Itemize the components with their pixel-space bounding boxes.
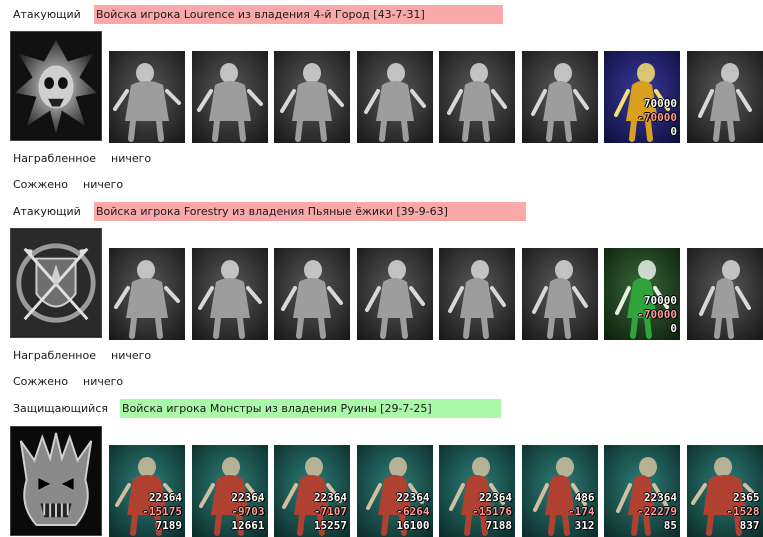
demon-mask-emblem-icon: [11, 427, 101, 535]
unit-card: [109, 248, 185, 340]
unit-card: 70000 -70000 0: [604, 248, 680, 340]
unit-loss: -9703: [231, 505, 265, 518]
dragon-icon: [356, 51, 433, 143]
unit-left: 85: [663, 519, 677, 532]
archer-icon: [439, 248, 515, 340]
dwarf-icon: [109, 248, 185, 340]
unit-loss: -1528: [726, 505, 760, 518]
druid-icon: [521, 248, 598, 340]
unit-left: 837: [739, 519, 760, 532]
unit-count: 22364: [148, 491, 182, 504]
emblem-2: [10, 228, 102, 338]
unit-loss: -70000: [637, 308, 677, 321]
unit-count: 22364: [313, 491, 347, 504]
golem-icon: [439, 51, 515, 143]
unit-left: 15257: [313, 519, 347, 532]
unit-card: [356, 248, 433, 340]
unit-left: 0: [670, 322, 677, 335]
unit-card: [274, 51, 350, 143]
attacker-label-1: Атакующий: [13, 8, 81, 21]
unit-loss: -6264: [396, 505, 430, 518]
emblem-1: [10, 31, 102, 141]
ghost-beast-icon: [274, 51, 350, 143]
skeleton-icon: [191, 51, 268, 143]
unit-card: 22364 -6264 16100: [356, 445, 433, 537]
burned-value-1: ничего: [83, 178, 124, 191]
unit-card: [356, 51, 433, 143]
knight-icon: [191, 248, 268, 340]
burned-label-1: Сожжено: [13, 178, 68, 191]
griffin-icon: [356, 248, 433, 340]
unit-card: 486 -174 312: [521, 445, 598, 537]
unit-card: 22364 -15176 7188: [439, 445, 515, 537]
emblem-3: [10, 426, 102, 536]
crossed-arrows-emblem-icon: [11, 229, 101, 337]
hooded-warrior-icon: [521, 51, 598, 143]
unit-card: [521, 248, 598, 340]
unit-card: 22364 -7107 15257: [274, 445, 350, 537]
unit-loss: -7107: [313, 505, 347, 518]
defender-label-3: Защищающийся: [13, 402, 108, 415]
attacker-label-2: Атакующий: [13, 205, 81, 218]
centurion-icon: [274, 248, 350, 340]
unit-left: 7189: [155, 519, 183, 532]
unit-left: 0: [670, 125, 677, 138]
burned-value-2: ничего: [83, 375, 124, 388]
unit-count: 22364: [478, 491, 512, 504]
unit-loss: -70000: [637, 111, 677, 124]
unit-count: 22364: [643, 491, 677, 504]
unit-loss: -174: [568, 505, 595, 518]
unit-loss: -22279: [637, 505, 677, 518]
ghoul-icon: [109, 51, 185, 143]
unit-left: 12661: [231, 519, 265, 532]
burned-label-2: Сожжено: [13, 375, 68, 388]
unit-card: [439, 51, 515, 143]
sorcerer-icon: [686, 248, 763, 340]
unit-card: 70000 -70000 0: [604, 51, 680, 143]
wraith-icon: [686, 51, 763, 143]
unit-card: 22364 -15175 7189: [109, 445, 185, 537]
unit-card: [686, 248, 763, 340]
unit-left: 7188: [485, 519, 513, 532]
unit-count: 22364: [396, 491, 430, 504]
unit-card: [521, 51, 598, 143]
unit-card: [439, 248, 515, 340]
unit-card: 22364 -9703 12661: [191, 445, 268, 537]
army-title-2: Войска игрока Forestry из владения Пьяны…: [94, 202, 526, 221]
army-title-1: Войска игрока Lourence из владения 4-й Г…: [94, 5, 503, 24]
unit-left: 16100: [396, 519, 430, 532]
unit-count: 2365: [733, 491, 760, 504]
unit-left: 312: [574, 519, 595, 532]
unit-card: [109, 51, 185, 143]
looted-label-1: Награбленное: [13, 152, 96, 165]
unit-card: [191, 51, 268, 143]
unit-count: 486: [574, 491, 595, 504]
unit-count: 22364: [231, 491, 265, 504]
unit-card: 2365 -1528 837: [686, 445, 763, 537]
unit-card: 22364 -22279 85: [604, 445, 680, 537]
looted-value-2: ничего: [111, 349, 152, 362]
looted-label-2: Награбленное: [13, 349, 96, 362]
unit-card: [686, 51, 763, 143]
unit-loss: -15175: [142, 505, 182, 518]
skull-emblem-icon: [11, 32, 101, 140]
looted-value-1: ничего: [111, 152, 152, 165]
unit-card: [274, 248, 350, 340]
unit-count: 70000: [643, 294, 677, 307]
unit-count: 70000: [643, 97, 677, 110]
unit-loss: -15176: [472, 505, 512, 518]
unit-card: [191, 248, 268, 340]
army-title-3: Войска игрока Монстры из владения Руины …: [120, 399, 501, 418]
